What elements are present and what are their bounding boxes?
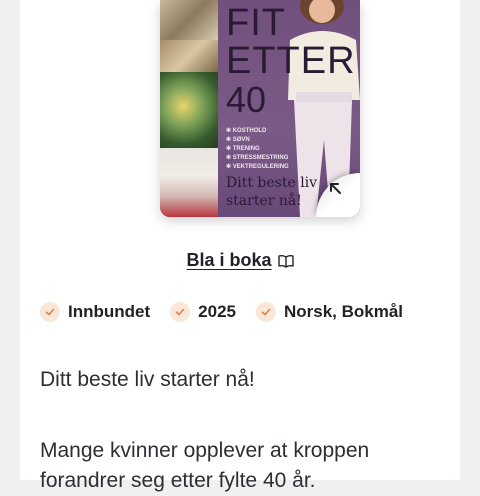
browse-book-row: Bla i boka [20,248,460,272]
attribute-language: Norsk, Bokmål [255,302,404,322]
description-paragraph: Mange kvinner opplever at kroppen forand… [40,439,370,492]
browse-book-link[interactable]: Bla i boka [186,250,271,270]
product-attributes: Innbundet 2025 Norsk, Bokmål [40,300,423,324]
cover-slogan: Ditt beste liv starter nå! [226,175,318,209]
description-headline: Ditt beste liv starter nå! [40,368,255,391]
arrow-up-left-icon [330,183,341,194]
attribute-language-label: Norsk, Bokmål [283,302,404,321]
attribute-format-label: Innbundet [68,302,151,321]
check-icon [255,302,276,322]
check-icon [40,302,60,322]
cover-title-line1: FIT [226,2,286,44]
cover-title-line2: ETTER [226,40,356,82]
product-card: FIT ETTER 40 ✻ KOSTHOLD ✻ SØVN ✻ TRENING… [20,0,460,492]
cover-topic-list: ✻ KOSTHOLD ✻ SØVN ✻ TRENING ✻ STRESSMEST… [226,127,289,172]
attribute-format: Innbundet [40,302,150,322]
open-book-icon [277,254,294,268]
cover-title-line3: 40 [226,79,267,120]
cover-food-photos [160,0,218,217]
cover-topic: ✻ VEKTREGULERING [226,164,289,170]
book-cover[interactable]: FIT ETTER 40 ✻ KOSTHOLD ✻ SØVN ✻ TRENING… [160,0,360,217]
attribute-year-label: 2025 [198,302,236,321]
cover-topic: ✻ STRESSMESTRING [226,155,289,161]
cover-topic: ✻ KOSTHOLD [226,128,267,134]
cover-topic: ✻ TRENING [226,146,260,152]
cover-topic: ✻ SØVN [226,137,250,143]
attribute-year: 2025 [170,302,236,322]
check-icon [170,302,191,322]
